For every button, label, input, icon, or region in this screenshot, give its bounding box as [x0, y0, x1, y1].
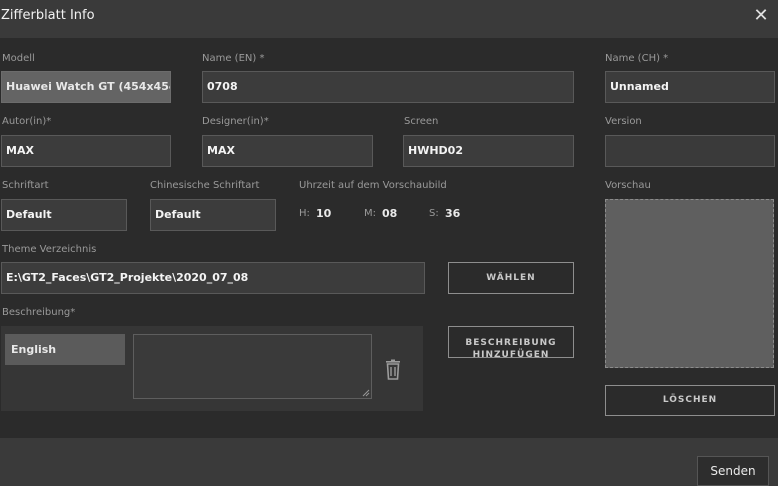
description-label: Beschreibung*	[2, 307, 76, 318]
resize-grip-icon[interactable]	[362, 389, 370, 397]
dialog-titlebar: Zifferblatt Info ✕	[0, 0, 778, 38]
dialog-title: Zifferblatt Info	[1, 8, 95, 23]
add-description-button[interactable]: BESCHREIBUNG HINZUFÜGEN	[448, 326, 574, 360]
autor-field[interactable]: MAX	[1, 135, 171, 167]
schriftart-select[interactable]: Default	[1, 199, 127, 231]
modell-label: Modell	[2, 53, 35, 64]
dialog-footer	[0, 438, 778, 486]
name-en-label: Name (EN) *	[202, 53, 265, 64]
name-ch-field[interactable]: Unnamed	[605, 71, 775, 103]
designer-field[interactable]: MAX	[202, 135, 373, 167]
chin-schriftart-select[interactable]: Default	[150, 199, 276, 231]
autor-label: Autor(in)*	[2, 116, 52, 127]
name-ch-label: Name (CH) *	[605, 53, 669, 64]
preview-image	[605, 199, 774, 368]
second-value[interactable]: 36	[445, 207, 460, 220]
description-textarea[interactable]	[133, 334, 372, 399]
name-en-field[interactable]: 0708	[202, 71, 574, 103]
preview-time-label: Uhrzeit auf dem Vorschaubild	[299, 180, 447, 191]
screen-label: Screen	[404, 116, 439, 127]
modell-field: Huawei Watch GT (454x454)	[1, 71, 171, 103]
hour-label: H:	[299, 208, 310, 219]
trash-icon[interactable]	[383, 359, 403, 381]
schriftart-label: Schriftart	[2, 180, 49, 191]
chin-schriftart-label: Chinesische Schriftart	[150, 180, 260, 191]
choose-button[interactable]: WÄHLEN	[448, 262, 574, 294]
send-button[interactable]: Senden	[697, 456, 769, 486]
minute-value[interactable]: 08	[382, 207, 397, 220]
hour-value[interactable]: 10	[316, 207, 331, 220]
theme-dir-label: Theme Verzeichnis	[2, 244, 97, 255]
minute-label: M:	[364, 208, 376, 219]
designer-label: Designer(in)*	[202, 116, 269, 127]
language-tab-english[interactable]: English	[5, 334, 125, 365]
preview-label: Vorschau	[605, 180, 651, 191]
close-icon[interactable]: ✕	[751, 6, 771, 26]
second-label: S:	[429, 208, 439, 219]
delete-button[interactable]: LÖSCHEN	[605, 385, 775, 416]
screen-field[interactable]: HWHD02	[403, 135, 574, 167]
version-label: Version	[605, 116, 642, 127]
theme-dir-field[interactable]: E:\GT2_Faces\GT2_Projekte\2020_07_08	[1, 262, 425, 294]
version-field[interactable]	[605, 135, 775, 167]
